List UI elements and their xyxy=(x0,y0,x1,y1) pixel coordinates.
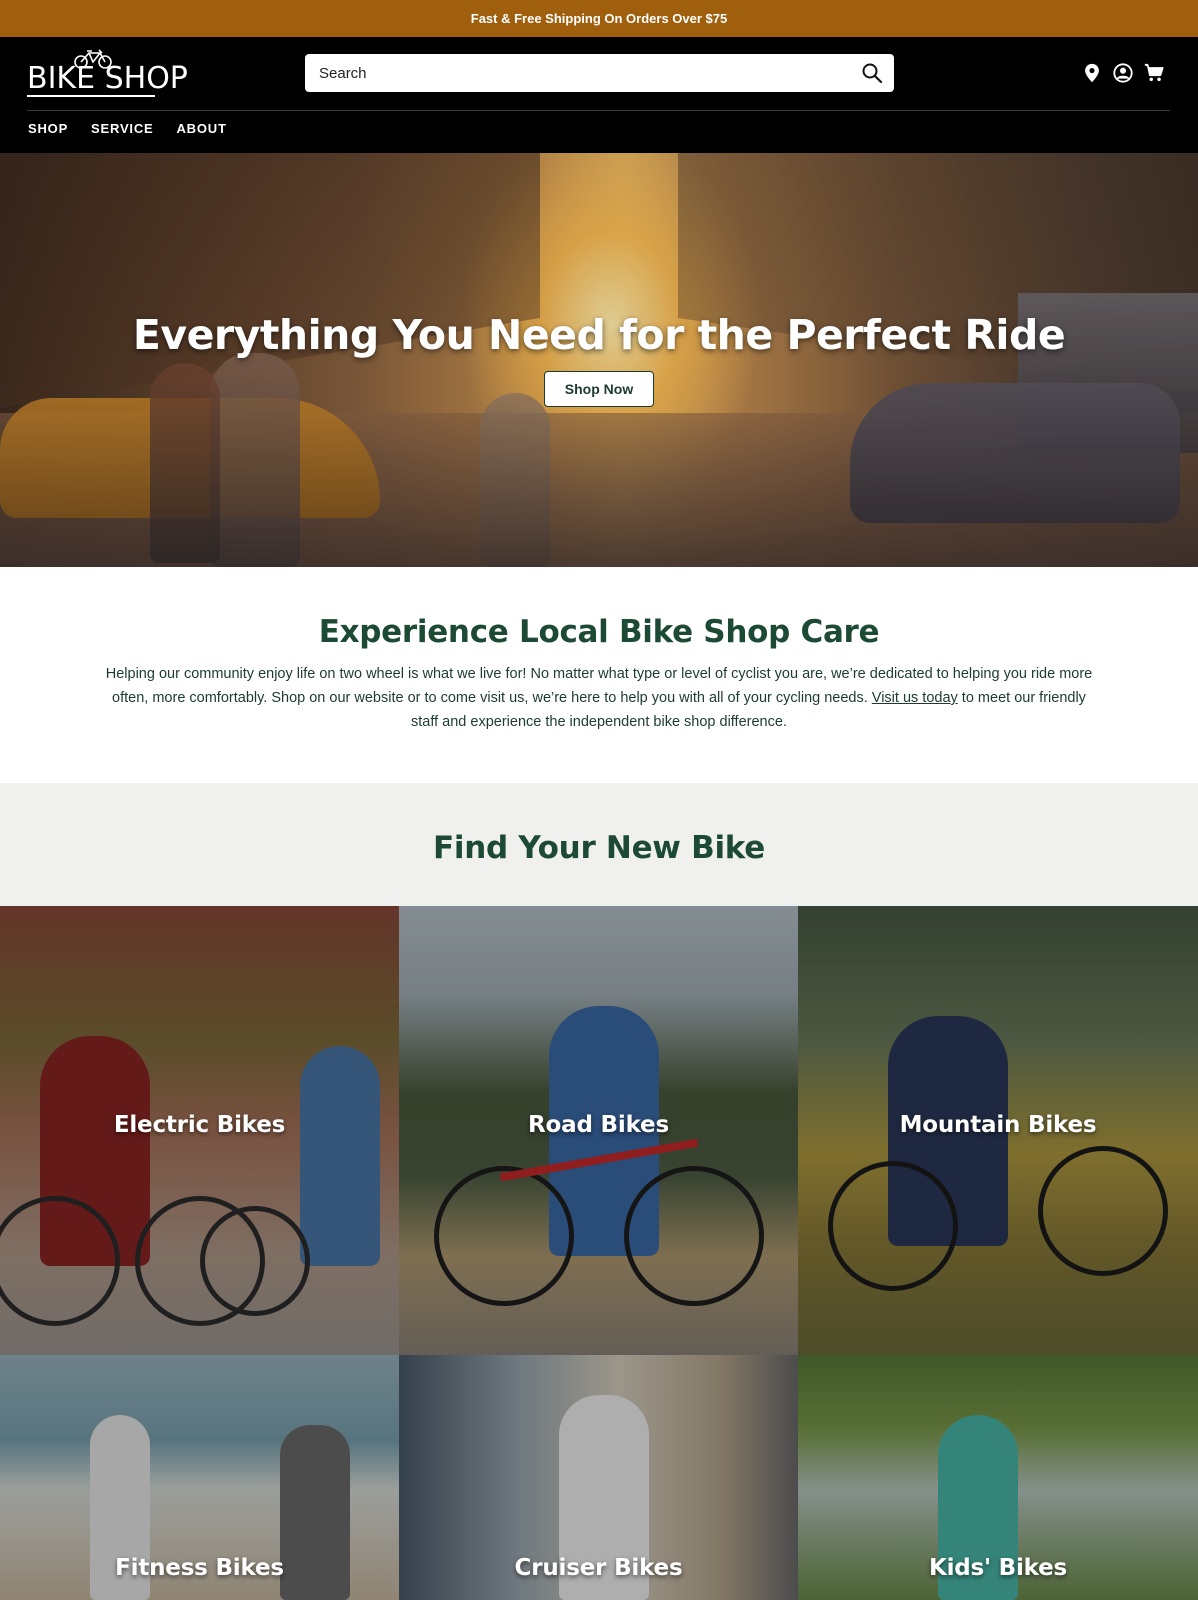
bike-category-grid: Electric Bikes Road Bikes Mountain Bikes… xyxy=(0,906,1198,1600)
logo-text: BIKE SHOP xyxy=(27,61,188,96)
care-heading: Experience Local Bike Shop Care xyxy=(318,614,880,650)
find-bike-heading: Find Your New Bike xyxy=(433,830,765,866)
find-bike-section: Find Your New Bike xyxy=(0,783,1198,906)
care-paragraph: Helping our community enjoy life on two … xyxy=(105,662,1093,734)
nav-item-service[interactable]: SERVICE xyxy=(91,121,153,136)
category-label: Electric Bikes xyxy=(113,1112,286,1138)
shop-now-button[interactable]: Shop Now xyxy=(544,371,654,407)
category-label: Cruiser Bikes xyxy=(514,1555,683,1581)
category-tile-fitness[interactable]: Fitness Bikes xyxy=(0,1355,399,1600)
search-input[interactable] xyxy=(305,54,845,92)
logo-underline xyxy=(27,95,155,97)
category-tile-cruiser[interactable]: Cruiser Bikes xyxy=(399,1355,798,1600)
category-label: Mountain Bikes xyxy=(899,1112,1097,1138)
category-label: Kids' Bikes xyxy=(928,1555,1068,1581)
nav-item-about[interactable]: ABOUT xyxy=(176,121,226,136)
category-tile-road[interactable]: Road Bikes xyxy=(399,906,798,1355)
hero-overlay xyxy=(0,153,1198,567)
hero-banner: Everything You Need for the Perfect Ride… xyxy=(0,153,1198,567)
cart-icon[interactable] xyxy=(1143,62,1165,84)
site-logo[interactable]: BIKE SHOP xyxy=(27,49,188,99)
visit-us-link[interactable]: Visit us today xyxy=(872,690,958,706)
nav-item-shop[interactable]: SHOP xyxy=(28,121,68,136)
search-bar xyxy=(305,54,894,92)
site-header: BIKE SHOP SHOP SERVICE ABOUT xyxy=(0,37,1198,153)
category-label: Road Bikes xyxy=(528,1112,669,1138)
location-pin-icon[interactable] xyxy=(1081,62,1103,84)
hero-title: Everything You Need for the Perfect Ride xyxy=(132,311,1066,359)
promo-text: Fast & Free Shipping On Orders Over $75 xyxy=(470,11,728,26)
search-icon[interactable] xyxy=(860,61,884,85)
category-tile-mountain[interactable]: Mountain Bikes xyxy=(798,906,1198,1355)
category-tile-electric[interactable]: Electric Bikes xyxy=(0,906,399,1355)
local-care-section: Experience Local Bike Shop Care Helping … xyxy=(0,567,1198,783)
promo-bar: Fast & Free Shipping On Orders Over $75 xyxy=(0,0,1198,37)
account-icon[interactable] xyxy=(1112,62,1134,84)
main-nav: SHOP SERVICE ABOUT xyxy=(28,121,250,136)
category-tile-kids[interactable]: Kids' Bikes xyxy=(798,1355,1198,1600)
category-label: Fitness Bikes xyxy=(115,1555,284,1581)
header-divider xyxy=(27,110,1170,111)
